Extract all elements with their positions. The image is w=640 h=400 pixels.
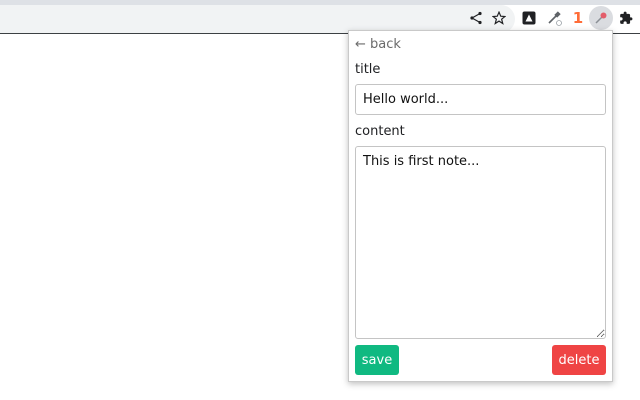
back-link[interactable]: ← back xyxy=(355,37,401,53)
title-input[interactable] xyxy=(355,84,606,115)
extension-icon-dark[interactable] xyxy=(520,9,538,27)
save-button[interactable]: save xyxy=(355,345,399,375)
content-label: content xyxy=(355,124,405,139)
delete-button[interactable]: delete xyxy=(552,345,606,375)
content-textarea[interactable]: This is first note... xyxy=(355,146,606,339)
star-icon[interactable] xyxy=(490,9,508,27)
puzzle-icon[interactable] xyxy=(617,9,635,27)
address-bar[interactable] xyxy=(0,5,515,33)
title-label: title xyxy=(355,62,381,77)
browser-toolbar: 1 xyxy=(0,0,640,33)
extension-popup: ← back title content This is first note.… xyxy=(348,30,613,382)
extension-badge-one[interactable]: 1 xyxy=(569,9,587,27)
eyedropper-icon[interactable] xyxy=(545,9,563,27)
share-icon[interactable] xyxy=(467,9,485,27)
pin-extension-icon[interactable] xyxy=(592,9,610,27)
